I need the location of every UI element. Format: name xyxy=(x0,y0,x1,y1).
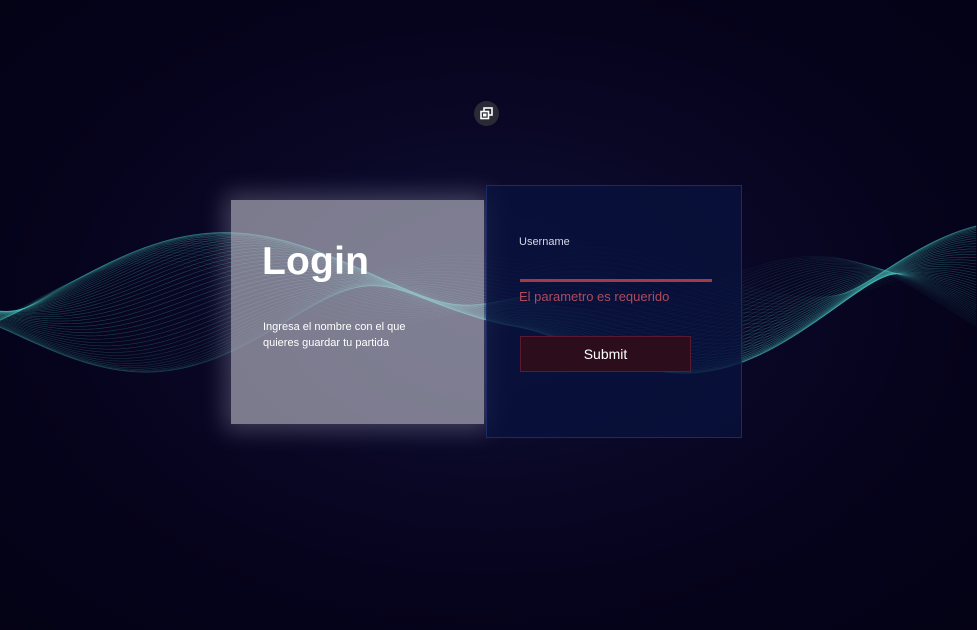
username-input[interactable] xyxy=(520,258,712,282)
window-restore-icon xyxy=(480,107,493,120)
username-label: Username xyxy=(519,236,570,248)
submit-button[interactable]: Submit xyxy=(520,336,691,372)
login-title: Login xyxy=(262,240,370,283)
login-info-panel: Login Ingresa el nombre con el que quier… xyxy=(231,200,484,424)
toggle-window-button[interactable] xyxy=(474,101,499,126)
login-description: Ingresa el nombre con el que quieres gua… xyxy=(263,321,406,349)
username-error-message: El parametro es requerido xyxy=(519,289,670,304)
login-screen: Login Ingresa el nombre con el que quier… xyxy=(0,0,977,630)
login-form-panel: Username El parametro es requerido Submi… xyxy=(486,185,742,438)
